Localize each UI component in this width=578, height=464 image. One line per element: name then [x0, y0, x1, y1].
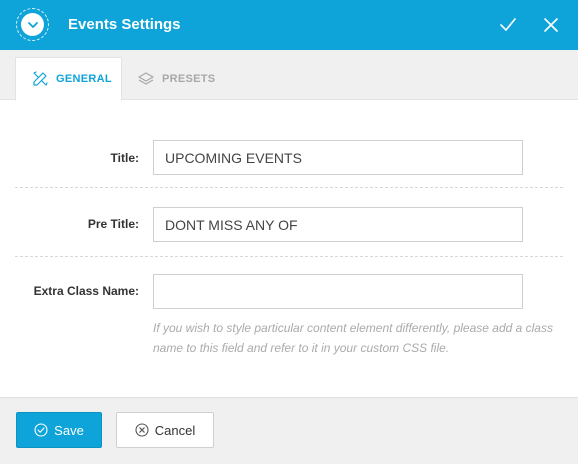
tab-bar: GENERAL PRESETS: [0, 50, 578, 101]
cancel-label: Cancel: [154, 422, 196, 438]
title-input[interactable]: [153, 140, 523, 175]
extra-class-label: Extra Class Name:: [33, 284, 139, 298]
chevron-down-icon: [21, 13, 44, 36]
pencil-ruler-icon: [30, 69, 50, 89]
pre-title-label: Pre Title:: [87, 217, 139, 231]
layers-icon: [136, 69, 156, 89]
save-button[interactable]: Save: [16, 412, 102, 448]
dialog-title: Events Settings: [68, 16, 181, 33]
check-icon[interactable]: [498, 15, 518, 35]
dialog-header: Events Settings: [0, 0, 578, 50]
title-label: Title:: [110, 151, 139, 165]
settings-form: Title: Pre Title: Extra Class Name: If y…: [0, 101, 578, 397]
tab-general-label: GENERAL: [56, 73, 112, 85]
tab-presets[interactable]: PRESETS: [134, 57, 224, 101]
tab-general[interactable]: GENERAL: [15, 57, 122, 101]
save-label: Save: [54, 422, 84, 438]
tab-presets-label: PRESETS: [162, 73, 216, 85]
dialog-footer: Save Cancel: [0, 397, 578, 464]
extra-class-help-text: If you wish to style particular content …: [153, 321, 553, 355]
close-icon[interactable]: [541, 15, 561, 35]
divider: [15, 187, 563, 188]
collapse-button[interactable]: [16, 8, 49, 41]
cancel-button[interactable]: Cancel: [116, 412, 214, 448]
divider: [15, 256, 563, 257]
x-circle-icon: [135, 423, 149, 437]
pre-title-input[interactable]: [153, 207, 523, 242]
extra-class-input[interactable]: [153, 274, 523, 309]
check-circle-icon: [34, 423, 48, 437]
